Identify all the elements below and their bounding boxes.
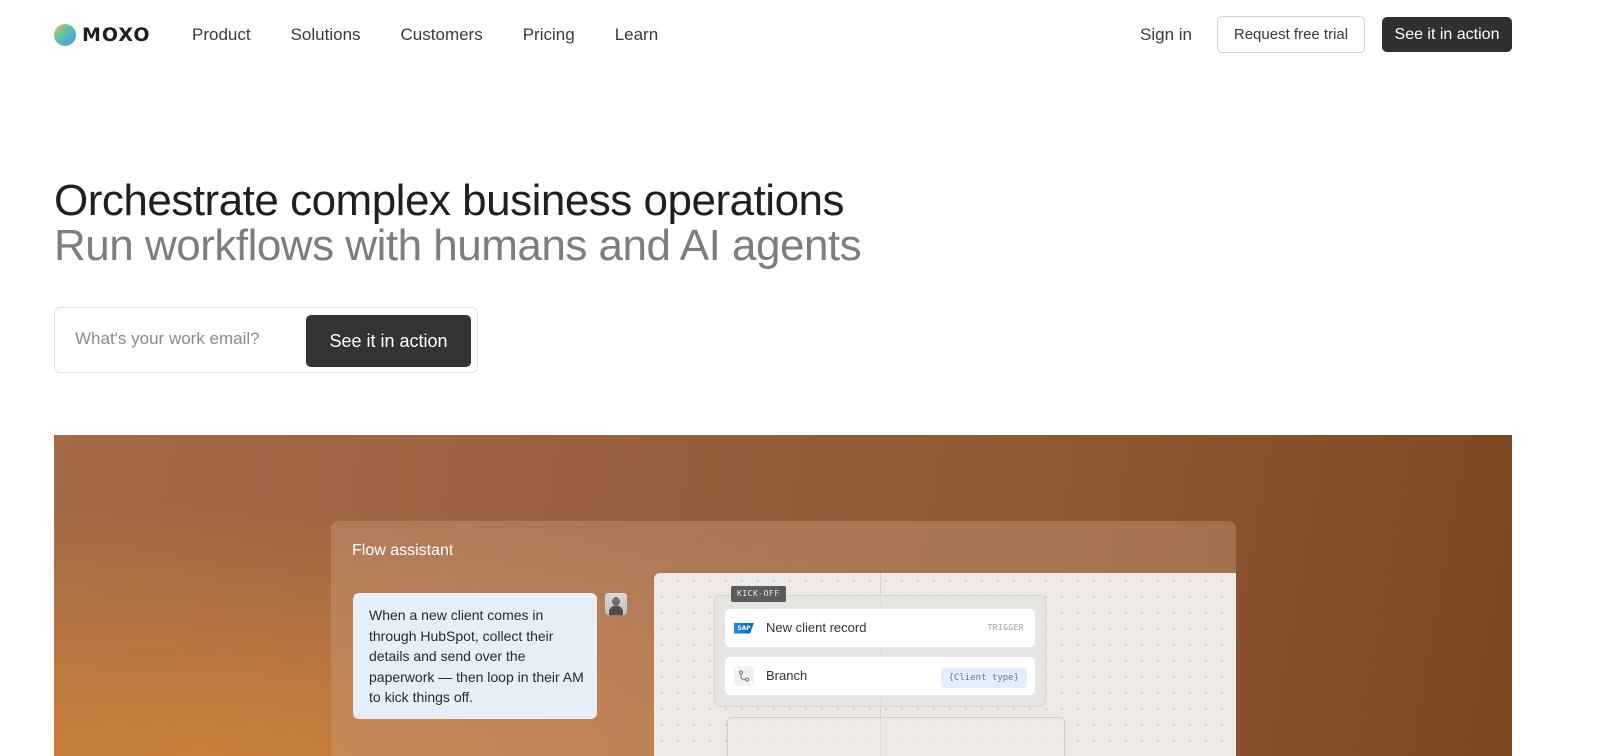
panel-title: Flow assistant	[352, 542, 454, 559]
moxo-logo[interactable]: MOXO	[54, 24, 151, 46]
trigger-tag: TRIGGER	[987, 623, 1024, 632]
user-message-bubble: When a new client comes in through HubSp…	[353, 593, 597, 719]
workflow-canvas[interactable]: KICK-OFF SAP New client record TRIGGER B…	[654, 573, 1236, 756]
workflow-node-branch[interactable]: Branch {Client type}	[725, 657, 1035, 695]
nav-link-solutions[interactable]: Solutions	[291, 25, 361, 45]
hero-headline: Orchestrate complex business operations	[54, 176, 845, 225]
nav-link-customers[interactable]: Customers	[401, 25, 483, 45]
node-label: Branch	[766, 668, 808, 683]
request-free-trial-button[interactable]: Request free trial	[1217, 16, 1365, 53]
workflow-node-trigger[interactable]: SAP New client record TRIGGER	[725, 609, 1035, 647]
node-label: New client record	[766, 620, 867, 635]
kickoff-label: KICK-OFF	[731, 586, 786, 602]
top-navigation: MOXO Product Solutions Customers Pricing…	[0, 0, 1600, 70]
logo-mark-icon	[54, 24, 76, 46]
branch-icon	[734, 666, 754, 686]
next-step-group	[727, 717, 1065, 756]
user-avatar	[605, 593, 627, 615]
nav-link-product[interactable]: Product	[192, 25, 251, 45]
email-signup-form: See it in action	[54, 307, 478, 373]
avatar-head-icon	[612, 597, 620, 606]
see-it-in-action-hero-button[interactable]: See it in action	[306, 315, 471, 367]
nav-links: Product Solutions Customers Pricing Lear…	[192, 25, 698, 45]
see-it-in-action-nav-button[interactable]: See it in action	[1382, 17, 1512, 52]
work-email-input[interactable]	[75, 329, 295, 349]
nav-link-learn[interactable]: Learn	[615, 25, 658, 45]
sign-in-link[interactable]: Sign in	[1140, 25, 1192, 45]
logo-text: MOXO	[82, 24, 151, 46]
sap-icon: SAP	[734, 618, 754, 638]
hero-subheadline: Run workflows with humans and AI agents	[54, 221, 862, 270]
product-showcase: Flow assistant When a new client comes i…	[54, 435, 1512, 756]
flow-assistant-panel: Flow assistant When a new client comes i…	[331, 521, 1236, 756]
client-type-pill[interactable]: {Client type}	[940, 668, 1027, 688]
nav-link-pricing[interactable]: Pricing	[523, 25, 575, 45]
avatar-body-icon	[609, 606, 623, 615]
